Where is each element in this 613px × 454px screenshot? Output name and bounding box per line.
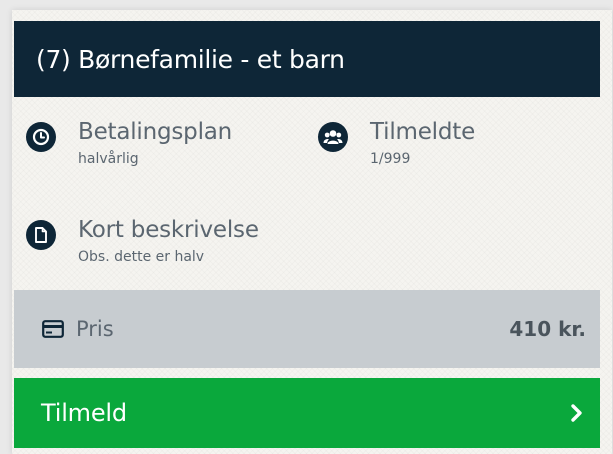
credit-card-icon bbox=[42, 320, 64, 338]
description-info: Kort beskrivelse Obs. dette er halv bbox=[26, 216, 259, 266]
chevron-right-icon bbox=[570, 403, 584, 423]
description-label: Kort beskrivelse bbox=[78, 217, 259, 243]
price-value: 410 kr. bbox=[509, 317, 586, 341]
payment-plan-label: Betalingsplan bbox=[78, 119, 233, 145]
payment-plan-value: halvårlig bbox=[78, 151, 139, 167]
document-icon bbox=[26, 220, 56, 250]
clock-icon bbox=[26, 122, 56, 152]
membership-title: (7) Børnefamilie - et barn bbox=[36, 44, 345, 74]
registered-label: Tilmeldte bbox=[370, 119, 476, 145]
users-icon bbox=[318, 122, 348, 152]
membership-title-bar: (7) Børnefamilie - et barn bbox=[14, 21, 600, 97]
price-bar: Pris 410 kr. bbox=[14, 290, 600, 368]
signup-button[interactable]: Tilmeld bbox=[14, 378, 600, 448]
registered-value: 1/999 bbox=[370, 151, 411, 167]
payment-plan-info: Betalingsplan halvårlig bbox=[26, 118, 232, 168]
description-value: Obs. dette er halv bbox=[78, 249, 205, 265]
registered-info: Tilmeldte 1/999 bbox=[318, 118, 475, 168]
price-label: Pris bbox=[76, 317, 114, 341]
signup-label: Tilmeld bbox=[41, 399, 127, 427]
